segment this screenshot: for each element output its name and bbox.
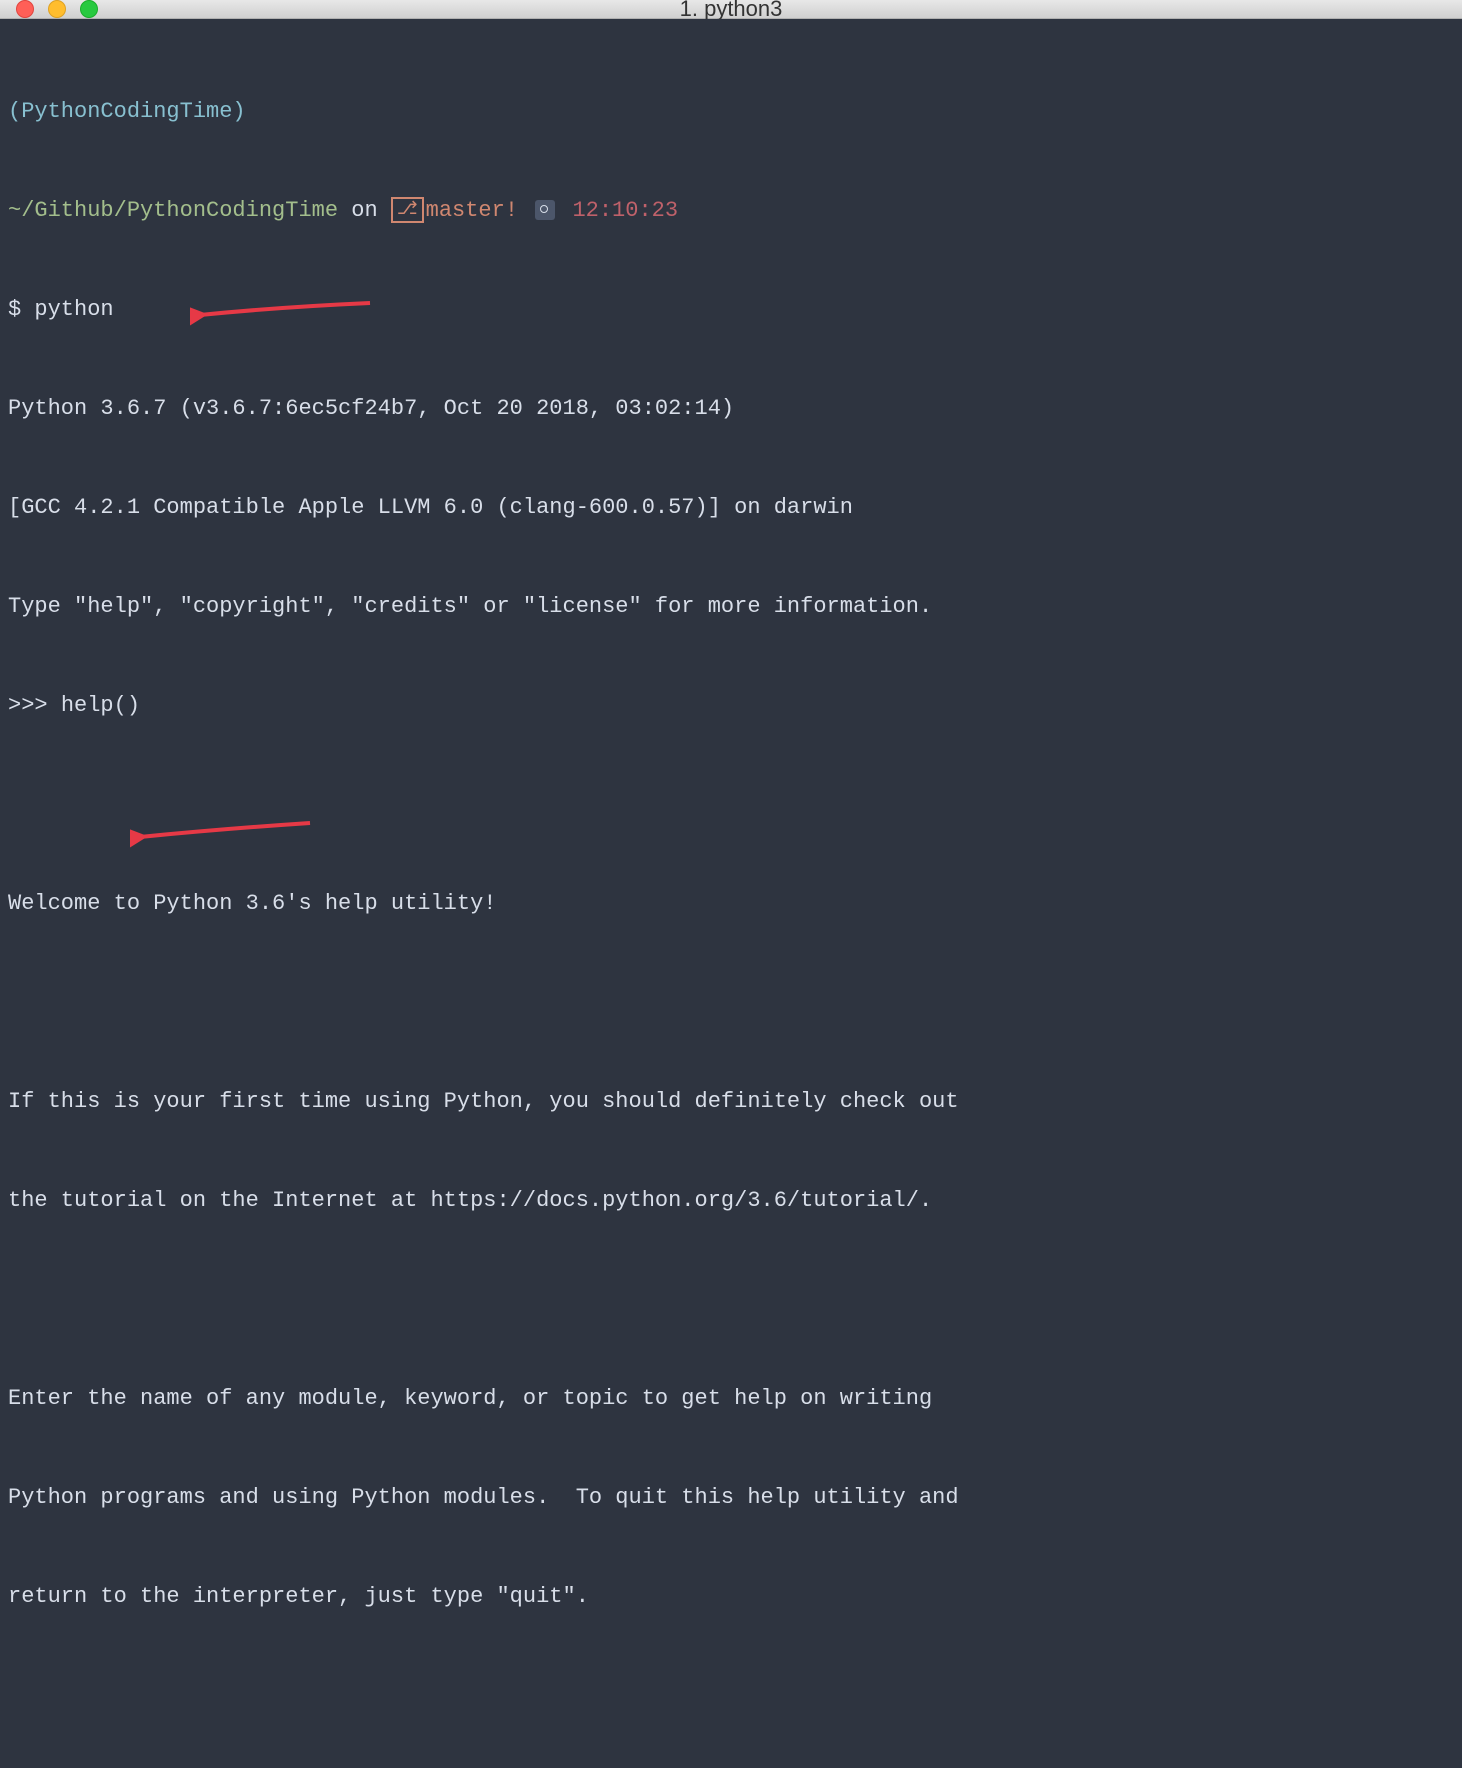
venv-name: (PythonCodingTime) <box>8 99 246 124</box>
output-line: Type "help", "copyright", "credits" or "… <box>8 590 1454 623</box>
command-text: python <box>34 297 113 322</box>
terminal-window: 1. python3 (PythonCodingTime) ~/Github/P… <box>0 0 1462 884</box>
traffic-lights <box>16 0 98 18</box>
blank-line <box>8 1283 1454 1316</box>
prompt-time: 12:10:23 <box>572 198 678 223</box>
repl-prompt: >>> <box>8 693 61 718</box>
branch-dirty-indicator: ! <box>505 198 518 223</box>
terminal-content[interactable]: (PythonCodingTime) ~/Github/PythonCoding… <box>0 19 1462 1768</box>
repl-command: help() <box>61 693 140 718</box>
blank-line <box>8 1679 1454 1712</box>
branch-name: master <box>426 198 505 223</box>
dollar-prompt: $ <box>8 297 34 322</box>
close-icon[interactable] <box>16 0 34 18</box>
maximize-icon[interactable] <box>80 0 98 18</box>
prompt-path: ~/Github/PythonCodingTime <box>8 198 338 223</box>
output-line: Python programs and using Python modules… <box>8 1481 1454 1514</box>
on-word: on <box>338 198 391 223</box>
output-line: [GCC 4.2.1 Compatible Apple LLVM 6.0 (cl… <box>8 491 1454 524</box>
prompt-line: ~/Github/PythonCodingTime on ⎇master! 12… <box>8 194 1454 227</box>
blank-line <box>8 986 1454 1019</box>
output-line: Welcome to Python 3.6's help utility! <box>8 887 1454 920</box>
output-line: return to the interpreter, just type "qu… <box>8 1580 1454 1613</box>
minimize-icon[interactable] <box>48 0 66 18</box>
venv-line: (PythonCodingTime) <box>8 95 1454 128</box>
branch-icon: ⎇ <box>391 197 424 223</box>
repl-line: >>> help() <box>8 689 1454 722</box>
command-line: $ python <box>8 293 1454 326</box>
titlebar[interactable]: 1. python3 <box>0 0 1462 19</box>
output-line: the tutorial on the Internet at https://… <box>8 1184 1454 1217</box>
clock-icon <box>535 200 555 220</box>
output-line: Python 3.6.7 (v3.6.7:6ec5cf24b7, Oct 20 … <box>8 392 1454 425</box>
output-line: Enter the name of any module, keyword, o… <box>8 1382 1454 1415</box>
blank-line <box>8 788 1454 821</box>
output-line: If this is your first time using Python,… <box>8 1085 1454 1118</box>
